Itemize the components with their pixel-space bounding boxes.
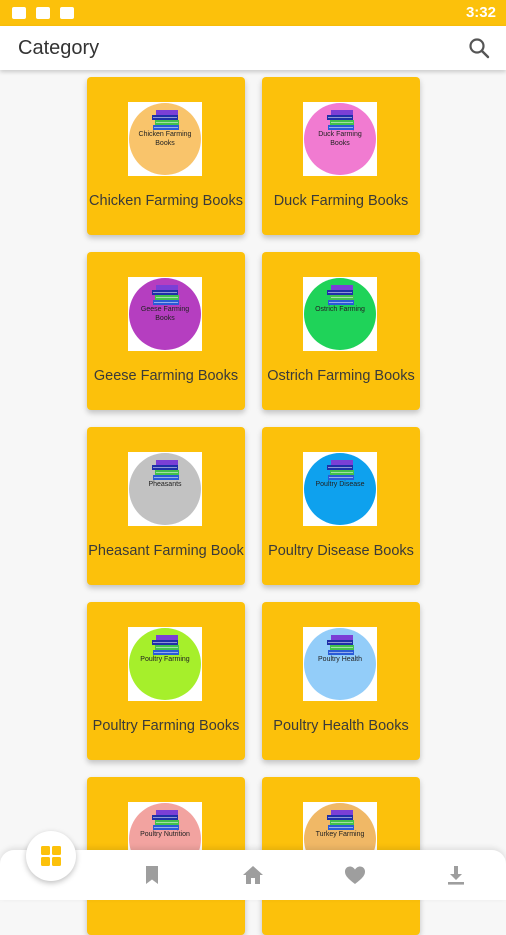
category-thumbnail: Chicken Farming Books: [128, 102, 202, 176]
category-thumbnail: Duck Farming Books: [303, 102, 377, 176]
category-card[interactable]: Poultry Health Poultry Health Books: [262, 602, 420, 760]
category-label: Ostrich Farming Books: [267, 368, 415, 384]
downloads-button[interactable]: [443, 862, 469, 888]
search-icon: [469, 38, 490, 59]
grid-icon: [41, 846, 61, 866]
thumbnail-caption: Poultry Health: [318, 656, 362, 663]
books-icon: [152, 635, 179, 655]
thumbnail-caption: Poultry Farming: [140, 656, 190, 663]
search-button[interactable]: [466, 35, 492, 61]
books-icon: [327, 285, 354, 305]
category-label: Poultry Disease Books: [268, 543, 414, 559]
books-icon: [152, 285, 179, 305]
folder-icon: [36, 7, 50, 19]
category-thumbnail: Poultry Farming: [128, 627, 202, 701]
thumbnail-caption: Geese Farming Books: [140, 306, 190, 322]
books-icon: [327, 810, 354, 830]
thumbnail-caption: Poultry Nutrition: [140, 831, 190, 838]
category-thumbnail: Poultry Health: [303, 627, 377, 701]
thumbnail-caption: Poultry Disease: [315, 481, 365, 488]
category-card[interactable]: Pheasants Pheasant Farming Book: [87, 427, 245, 585]
status-time: 3:32: [465, 4, 496, 21]
category-label: Chicken Farming Books: [89, 193, 243, 209]
category-thumbnail: Poultry Disease: [303, 452, 377, 526]
books-icon: [152, 810, 179, 830]
app-bar: Category: [0, 26, 506, 70]
category-card[interactable]: Geese Farming Books Geese Farming Books: [87, 252, 245, 410]
category-thumbnail: Pheasants: [128, 452, 202, 526]
favorites-button[interactable]: [342, 862, 368, 888]
category-label: Pheasant Farming Book: [88, 543, 244, 559]
category-label: Poultry Health Books: [273, 718, 409, 734]
home-button[interactable]: [240, 862, 266, 888]
category-label: Duck Farming Books: [273, 193, 409, 209]
thumbnail-caption: Chicken Farming Books: [138, 131, 192, 147]
category-label: Poultry Farming Books: [92, 718, 240, 734]
books-icon: [152, 460, 179, 480]
books-icon: [327, 110, 354, 130]
image-icon: [12, 7, 26, 19]
thumbnail-caption: Ostrich Farming: [315, 306, 365, 313]
page-title: Category: [18, 37, 100, 59]
store-icon: [60, 7, 74, 19]
status-bar: 3:32: [0, 0, 506, 26]
thumbnail-caption: Turkey Farming: [315, 831, 365, 838]
category-label: Geese Farming Books: [93, 368, 239, 384]
bookmark-icon: [146, 866, 158, 884]
category-grid: Chicken Farming Books Chicken Farming Boo…: [0, 70, 506, 935]
heart-icon: [345, 866, 365, 884]
books-icon: [152, 110, 179, 130]
category-thumbnail: Ostrich Farming: [303, 277, 377, 351]
category-card[interactable]: Poultry Farming Poultry Farming Books: [87, 602, 245, 760]
thumbnail-caption: Pheasants: [148, 481, 182, 488]
bookmarks-button[interactable]: [139, 862, 165, 888]
category-thumbnail: Geese Farming Books: [128, 277, 202, 351]
books-icon: [327, 460, 354, 480]
category-card[interactable]: Poultry Disease Poultry Disease Books: [262, 427, 420, 585]
category-card[interactable]: Ostrich Farming Ostrich Farming Books: [262, 252, 420, 410]
category-card[interactable]: Chicken Farming Books Chicken Farming Boo…: [87, 77, 245, 235]
books-icon: [327, 635, 354, 655]
categories-button[interactable]: [26, 831, 76, 881]
category-card[interactable]: Duck Farming Books Duck Farming Books: [262, 77, 420, 235]
thumbnail-caption: Duck Farming Books: [318, 131, 362, 147]
download-icon: [448, 866, 464, 885]
home-icon: [243, 866, 263, 884]
